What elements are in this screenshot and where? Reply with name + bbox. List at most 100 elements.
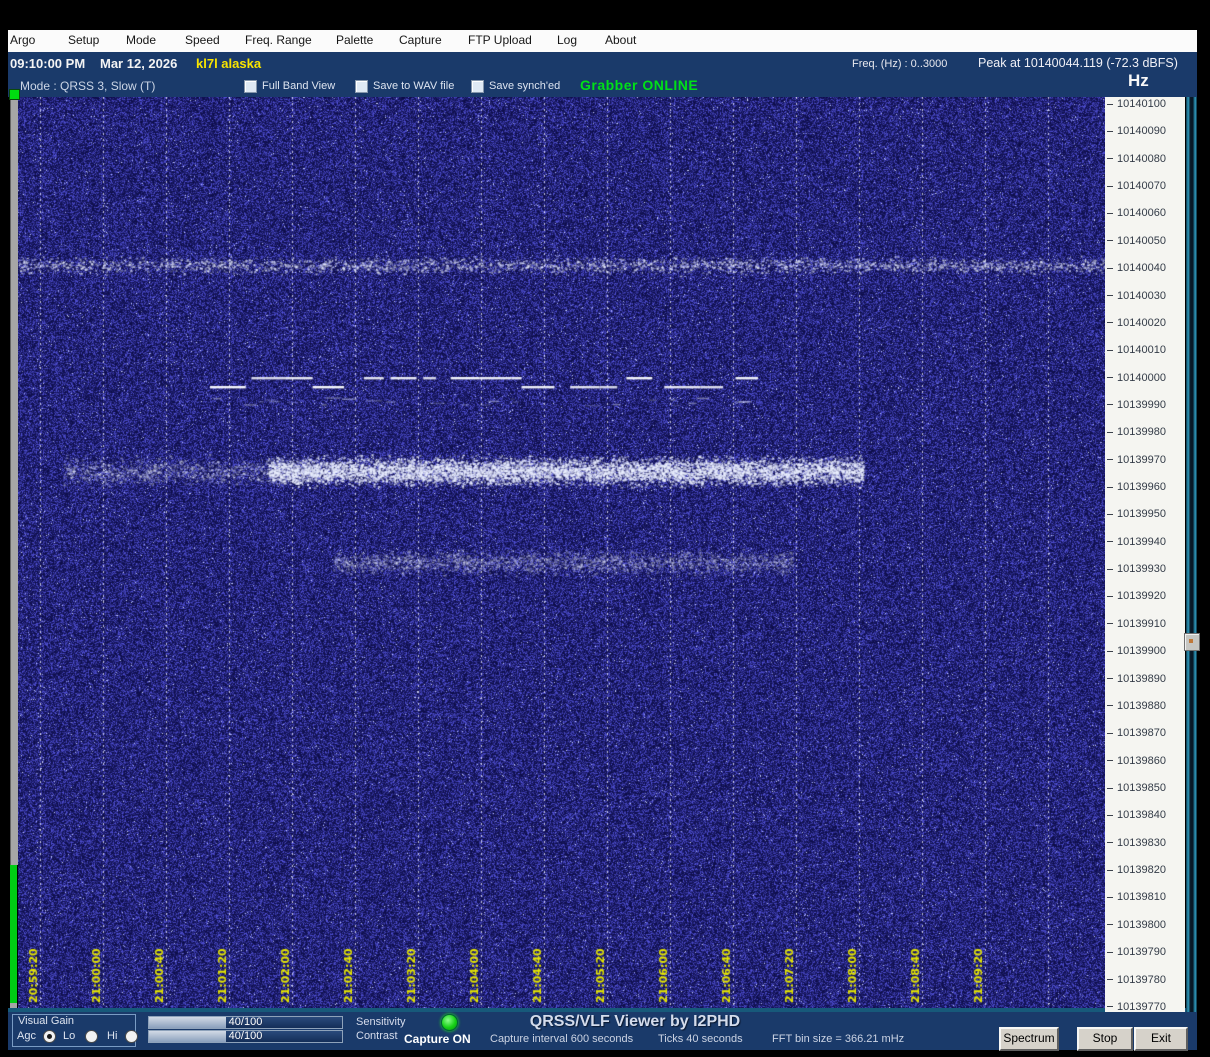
freq-tick (1107, 814, 1113, 816)
capture-status: Capture ON (404, 1032, 471, 1046)
freq-scale-row: 10140010 (1105, 344, 1166, 356)
frequency-scrollbar-thumb[interactable] (1184, 633, 1200, 651)
freq-range-readout: Freq. (Hz) : 0..3000 (852, 58, 948, 70)
freq-tick-label: 10139980 (1117, 426, 1166, 439)
sensitivity-slider[interactable]: 40/100 (148, 1016, 343, 1029)
freq-tick (1107, 842, 1113, 844)
radio-hi[interactable] (125, 1030, 138, 1043)
freq-tick (1107, 595, 1113, 597)
contrast-slider-value: 40/100 (228, 1030, 263, 1042)
freq-scale-row: 10139910 (1105, 618, 1166, 630)
contrast-slider[interactable]: 40/100 (148, 1030, 343, 1043)
menu-mode[interactable]: Mode (126, 33, 156, 47)
fft-bin-size-label: FFT bin size = 366.21 mHz (772, 1033, 905, 1045)
freq-scale-row: 10139820 (1105, 864, 1166, 876)
freq-tick (1107, 431, 1113, 433)
freq-scale-row: 10140020 (1105, 317, 1166, 329)
radio-agc[interactable] (43, 1030, 56, 1043)
freq-tick (1107, 130, 1113, 132)
freq-tick-label: 10139960 (1117, 481, 1166, 494)
exit-button[interactable]: Exit (1134, 1027, 1188, 1051)
menu-bar: Argo Setup Mode Speed Freq. Range Palette Capt… (8, 30, 1197, 52)
peak-frequency-readout: Peak at 10140044.119 (-72.3 dBFS) (978, 56, 1178, 70)
capture-led (441, 1014, 458, 1031)
checkbox-save-to-wav-file[interactable] (355, 80, 368, 93)
freq-tick-label: 10140100 (1117, 98, 1166, 110)
freq-tick (1107, 896, 1113, 898)
freq-tick-label: 10139840 (1117, 809, 1166, 822)
freq-tick (1107, 623, 1113, 625)
checkbox-label-full-band-view: Full Band View (262, 80, 336, 92)
freq-tick-label: 10139870 (1117, 727, 1166, 740)
clock-time: 09:10:00 PM (10, 56, 86, 71)
freq-tick (1107, 322, 1113, 324)
freq-scale-row: 10140080 (1105, 153, 1166, 165)
freq-scale-row: 10140000 (1105, 372, 1166, 384)
sensitivity-label: Sensitivity (356, 1016, 406, 1028)
freq-scale-row: 10139900 (1105, 645, 1166, 657)
freq-scale-row: 10139770 (1105, 1001, 1166, 1012)
contrast-label: Contrast (356, 1030, 398, 1042)
checkbox-label-save-synch-ed: Save synch'ed (489, 80, 561, 92)
freq-scale-row: 10139960 (1105, 481, 1166, 493)
freq-tick-label: 10140010 (1117, 344, 1166, 357)
ticks-interval-label: Ticks 40 seconds (658, 1033, 743, 1045)
mode-bar: Mode : QRSS 3, Slow (T) Grabber ONLINE F… (8, 75, 1197, 97)
freq-tick-label: 10139930 (1117, 563, 1166, 576)
freq-tick-label: 10140040 (1117, 262, 1166, 275)
freq-scale-row: 10139850 (1105, 782, 1166, 794)
freq-tick (1107, 760, 1113, 762)
freq-scale-row: 10139780 (1105, 974, 1166, 986)
freq-scale-row: 10140070 (1105, 180, 1166, 192)
menu-argo[interactable]: Argo (10, 33, 35, 47)
freq-scale-row: 10139800 (1105, 919, 1166, 931)
freq-scale-row: 10139840 (1105, 809, 1166, 821)
freq-tick (1107, 979, 1113, 981)
radio-lo[interactable] (85, 1030, 98, 1043)
freq-tick (1107, 732, 1113, 734)
visual-gain-label-hi: Hi (107, 1030, 118, 1042)
menu-capture[interactable]: Capture (399, 33, 442, 47)
freq-tick-label: 10139810 (1117, 891, 1166, 904)
menu-freq-range[interactable]: Freq. Range (245, 33, 312, 47)
status-bar: 09:10:00 PM Mar 12, 2026 kl7l alaska Fre… (8, 52, 1197, 75)
station-callsign: kl7l alaska (196, 56, 262, 71)
freq-tick (1107, 404, 1113, 406)
freq-scale-row: 10139990 (1105, 399, 1166, 411)
freq-scale-row: 10139930 (1105, 563, 1166, 575)
freq-scale-row: 10139920 (1105, 590, 1166, 602)
freq-tick (1107, 951, 1113, 953)
freq-tick-label: 10139940 (1117, 535, 1166, 548)
freq-scale-row: 10140050 (1105, 235, 1166, 247)
freq-tick-label: 10139770 (1117, 1000, 1166, 1012)
menu-palette[interactable]: Palette (336, 33, 373, 47)
freq-tick-label: 10139970 (1117, 453, 1166, 466)
freq-tick-label: 10140000 (1117, 371, 1166, 384)
menu-setup[interactable]: Setup (68, 33, 99, 47)
freq-tick (1107, 1006, 1113, 1008)
freq-tick (1107, 787, 1113, 789)
freq-tick (1107, 103, 1113, 105)
freq-tick (1107, 924, 1113, 926)
menu-log[interactable]: Log (557, 33, 577, 47)
checkbox-full-band-view[interactable] (244, 80, 257, 93)
spectrum-button[interactable]: Spectrum (999, 1027, 1059, 1051)
checkbox-save-synch-ed[interactable] (471, 80, 484, 93)
stop-button[interactable]: Stop (1077, 1027, 1133, 1051)
freq-tick (1107, 705, 1113, 707)
visual-gain-group: Visual Gain Agc Lo Hi (12, 1014, 138, 1047)
sensitivity-slider-value: 40/100 (228, 1016, 263, 1028)
freq-tick (1107, 650, 1113, 652)
freq-scale-row: 10139950 (1105, 508, 1166, 520)
freq-scale-row: 10140100 (1105, 98, 1166, 110)
spectrogram-waterfall[interactable] (18, 97, 1105, 1008)
freq-tick-label: 10139900 (1117, 645, 1166, 658)
menu-about[interactable]: About (605, 33, 636, 47)
freq-tick-label: 10139820 (1117, 864, 1166, 877)
freq-tick-label: 10139830 (1117, 836, 1166, 849)
frequency-scrollbar[interactable] (1184, 97, 1200, 1012)
menu-ftp-upload[interactable]: FTP Upload (468, 33, 532, 47)
freq-tick (1107, 869, 1113, 871)
menu-speed[interactable]: Speed (185, 33, 220, 47)
freq-tick (1107, 377, 1113, 379)
